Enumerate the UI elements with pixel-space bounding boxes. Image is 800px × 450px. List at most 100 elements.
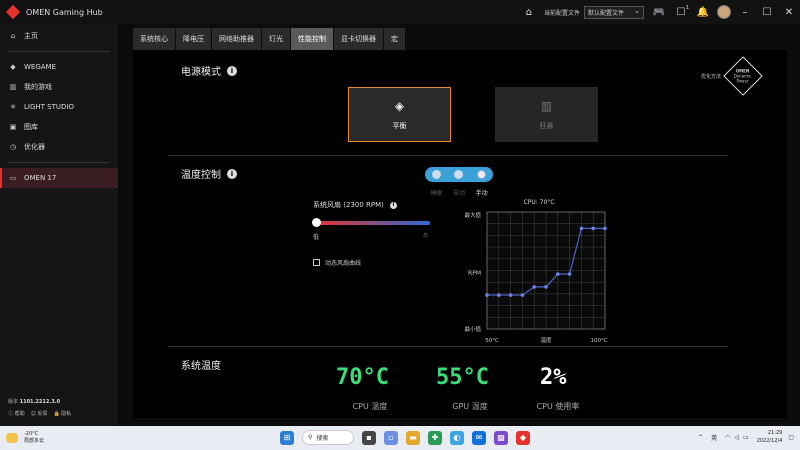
omen-gaming-hub-window: OMEN Gaming Hub ⌂ 当前配置文件 默认配置文件 ⌄ 🎮 ☐ 1 🔔… <box>0 0 800 450</box>
feedback-link[interactable]: ☺ 反馈 <box>31 410 48 417</box>
sidebar-item-gallery[interactable]: ▣ 图库 <box>0 117 118 137</box>
info-icon[interactable]: i <box>389 201 397 209</box>
fan-curve-point[interactable] <box>532 285 536 289</box>
fan-curve-point[interactable] <box>579 226 584 231</box>
fan-curve-point[interactable] <box>591 226 595 231</box>
section-divider <box>168 155 728 156</box>
notification-icon[interactable]: ☐ 1 <box>673 4 689 20</box>
thermal-control-title: 温度控制 i <box>181 166 237 181</box>
ime-indicator[interactable]: 英 <box>711 433 717 442</box>
fan-curve-point[interactable] <box>556 272 560 276</box>
dynamic-fan-curve-option[interactable]: 动态风扇曲线 <box>313 258 361 267</box>
optimizer-icon: ◷ <box>9 143 17 151</box>
taskbar-search[interactable]: ⚲ 搜索 <box>302 430 354 445</box>
cpu-usage-value: 2% <box>540 365 567 390</box>
fan-curve-point[interactable] <box>485 293 489 297</box>
sidebar-divider <box>8 51 110 52</box>
tray-overflow-icon[interactable]: ⌃ <box>698 434 703 441</box>
slider-handle[interactable] <box>312 218 321 227</box>
tab-undervolt[interactable]: 降电压 <box>176 28 211 50</box>
version-info: 版本 1101.2212.3.0 <box>8 398 60 405</box>
power-mode-balanced-button[interactable]: ◈ 平衡 <box>348 87 451 142</box>
file-explorer-icon[interactable]: ▬ <box>406 430 420 445</box>
power-mode-label: 平衡 <box>392 121 407 130</box>
dynamic-fan-curve-checkbox[interactable] <box>313 259 320 266</box>
slider-low-label: 低 <box>313 234 320 241</box>
wegame-icon: ◆ <box>10 63 16 71</box>
tab-network-booster[interactable]: 网络助推器 <box>212 28 261 50</box>
sidebar-item-device[interactable]: ▭ OMEN 17 <box>0 168 118 188</box>
thermal-control-title-text: 温度控制 <box>181 170 221 181</box>
info-icon[interactable]: i <box>227 65 237 76</box>
fan-mode-auto-option[interactable] <box>454 170 464 179</box>
fan-curve-point[interactable] <box>544 285 548 289</box>
sidebar-item-label: 主页 <box>24 32 38 40</box>
fan-speed-slider[interactable] <box>312 218 430 227</box>
taskbar-clock[interactable]: 21:29 2022/12/4 <box>757 429 783 445</box>
volume-icon[interactable]: ◁ <box>734 434 739 441</box>
sidebar-item-optimizer[interactable]: ◷ 优化器 <box>0 137 118 157</box>
info-icon[interactable]: i <box>227 168 237 179</box>
maximize-button[interactable]: ☐ <box>756 0 778 24</box>
wifi-icon[interactable]: ◠ <box>725 434 730 441</box>
sidebar-item-label: LIGHT STUDIO <box>24 103 74 111</box>
fan-curve-chart[interactable]: CPU: 70°C 最大值 RPM 最小值 50°C 温度 100°C <box>453 195 613 345</box>
tab-lighting[interactable]: 灯光 <box>262 28 290 50</box>
fan-curve-point[interactable] <box>508 293 513 297</box>
version-number: 1101.2212.3.0 <box>19 399 61 405</box>
sidebar-item-light-studio[interactable]: ✳ LIGHT STUDIO <box>0 97 118 117</box>
close-button[interactable]: ✕ <box>778 0 800 24</box>
sidebar-item-wegame[interactable]: ◆ WEGAME <box>0 57 118 77</box>
badge-caption: 优化方法 <box>701 73 722 80</box>
chevron-down-icon: ⌄ <box>634 6 640 15</box>
weather-widget[interactable]: -20°C 局部多云 <box>6 431 44 445</box>
widgets-icon[interactable]: ▫ <box>384 430 398 445</box>
fan-curve-point[interactable] <box>497 293 501 297</box>
xbox-icon[interactable]: ✚ <box>428 430 442 445</box>
bell-icon[interactable]: 🔔 <box>695 4 711 20</box>
system-fan-label: 系统风扇 (2300 RPM) i <box>313 200 397 210</box>
edge-icon[interactable]: ◐ <box>450 430 464 445</box>
x-axis-label: 温度 <box>540 336 552 344</box>
home-icon[interactable]: ⌂ <box>521 4 537 20</box>
sidebar: ⌂ 主页 ◆ WEGAME ▥ 我的游戏 ✳ LIGHT STUDIO ▣ 图库… <box>0 24 118 426</box>
battery-icon[interactable]: ▭ <box>743 434 749 441</box>
sidebar-item-label: OMEN 17 <box>24 174 57 182</box>
fan-mode-manual-option[interactable] <box>477 170 487 179</box>
power-mode-title: 电源模式 i <box>181 63 237 78</box>
minimize-button[interactable]: – <box>734 0 756 24</box>
fan-mode-switch[interactable] <box>425 167 493 182</box>
sidebar-item-label: 图库 <box>24 123 38 131</box>
fan-curve-point[interactable] <box>567 272 572 276</box>
windows-start-icon[interactable]: ⊞ <box>280 430 294 445</box>
gpu-temperature-value: 55°C <box>436 365 489 390</box>
tab-graphics-switcher[interactable]: 显卡切换器 <box>334 28 383 50</box>
power-mode-performance-button[interactable]: ▥ 狂暴 <box>495 87 598 142</box>
windows-taskbar: -20°C 局部多云 ⊞ ⚲ 搜索 ▪ ▫ ▬ ✚ ◐ ✉ ▩ ◆ ⌃ 英 ◠ … <box>0 426 800 450</box>
gamepad-icon[interactable]: 🎮 <box>651 4 667 20</box>
tab-system-core[interactable]: 系统核心 <box>133 28 175 50</box>
tab-performance-control[interactable]: 性能控制 <box>291 28 333 50</box>
privacy-link[interactable]: 🔒 隐私 <box>53 410 71 417</box>
help-link[interactable]: ⓘ 帮助 <box>8 410 25 417</box>
sidebar-item-label: 我的游戏 <box>24 83 52 91</box>
avatar[interactable] <box>717 5 731 19</box>
fan-curve-point[interactable] <box>520 293 525 297</box>
store-icon[interactable]: ▩ <box>494 430 508 445</box>
feedback-link-label: 反馈 <box>37 411 48 417</box>
mail-icon[interactable]: ✉ <box>472 430 486 445</box>
omen-taskbar-icon[interactable]: ◆ <box>516 430 530 445</box>
x-tick-label: 100°C <box>590 338 607 344</box>
sidebar-item-my-games[interactable]: ▥ 我的游戏 <box>0 77 118 97</box>
chart-title: CPU: 70°C <box>524 199 555 206</box>
fan-curve-point[interactable] <box>603 226 607 231</box>
clock-date: 2022/12/4 <box>756 438 783 444</box>
fan-mode-sleep-option[interactable] <box>431 170 441 179</box>
light-icon: ✳ <box>10 103 16 111</box>
notification-center-icon[interactable]: ▢ <box>788 434 794 441</box>
profile-select[interactable]: 默认配置文件 ⌄ <box>584 5 644 19</box>
task-view-icon[interactable]: ▪ <box>362 430 376 445</box>
title-bar: OMEN Gaming Hub ⌂ 当前配置文件 默认配置文件 ⌄ 🎮 ☐ 1 🔔… <box>0 0 800 24</box>
tab-macro[interactable]: 宏 <box>384 28 405 50</box>
sidebar-item-home[interactable]: ⌂ 主页 <box>0 26 118 46</box>
